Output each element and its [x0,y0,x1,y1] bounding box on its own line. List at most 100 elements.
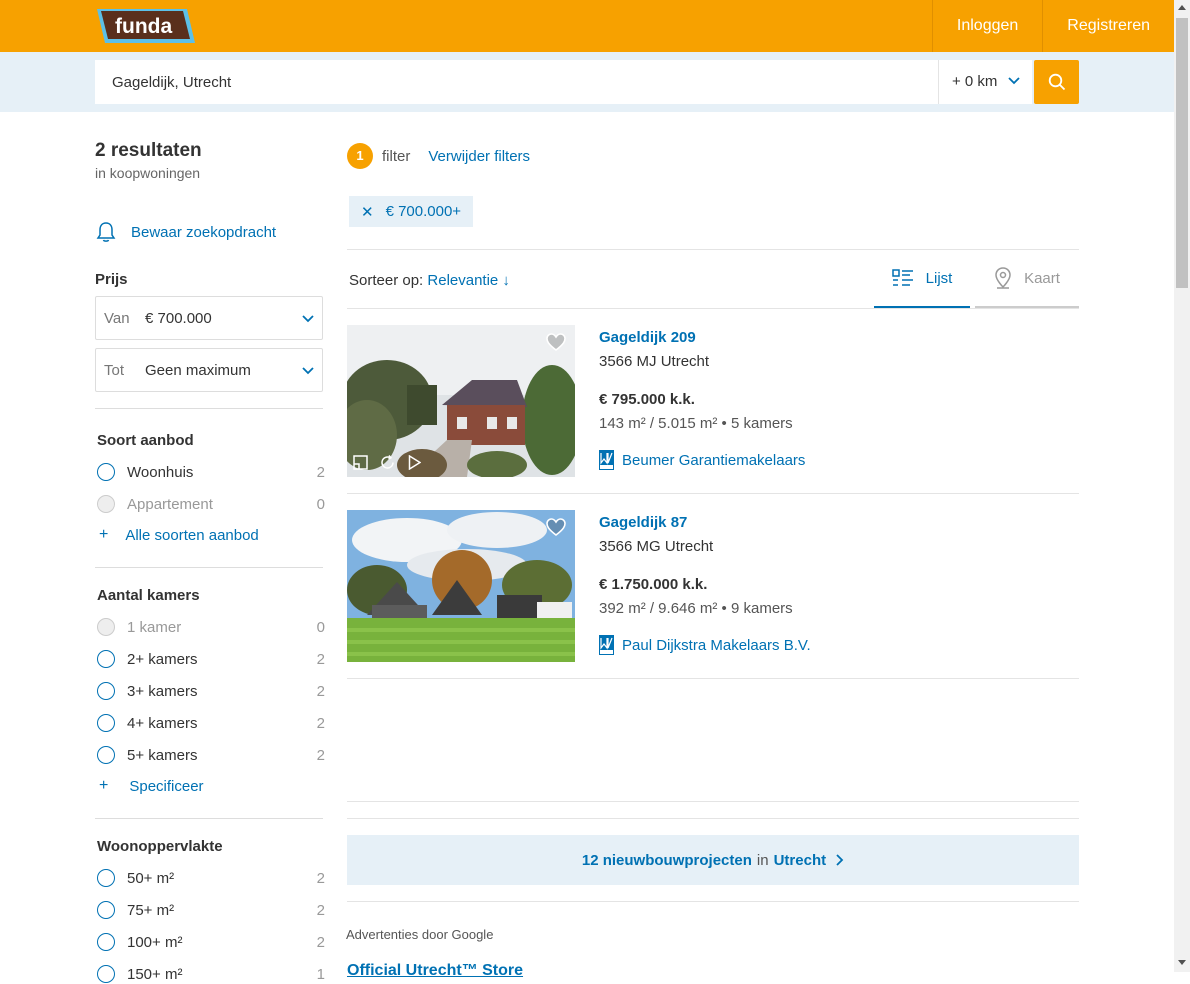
map-pin-icon [995,267,1011,289]
listing-agent-link[interactable]: Paul Dijkstra Makelaars B.V. [599,635,811,655]
option-50-m2[interactable]: 50+ m² 2 [97,868,325,888]
tab-list[interactable]: Lijst [874,250,970,308]
360-rotate-icon[interactable] [380,455,396,470]
radius-select[interactable]: + 0 km [938,60,1032,104]
listing-photo[interactable] [347,510,575,662]
sort-control[interactable]: Sorteer op: Relevantie ↓ [349,272,510,289]
newbuild-in: in [756,851,769,869]
floorplan-icon[interactable] [353,455,368,470]
option-count: 2 [316,714,325,732]
option-label: 3+ kamers [127,682,198,700]
divider [95,408,323,409]
radio-button[interactable] [97,746,115,764]
divider [347,818,1079,819]
result-count: 2 resultaten [95,140,202,161]
rooms-title: Aantal kamers [97,587,200,604]
filter-label: filter [382,147,411,165]
listing-title[interactable]: Gageldijk 87 [599,514,687,531]
filter-chip-price[interactable]: ✕ € 700.000+ [349,196,474,227]
search-input[interactable]: Gageldijk, Utrecht [95,60,938,104]
option-count: 2 [316,463,325,481]
scroll-up-arrow-icon[interactable] [1178,5,1186,10]
tab-label: Lijst [925,269,953,287]
option-3-kamers[interactable]: 3+ kamers 2 [97,681,325,701]
option-75-m2[interactable]: 75+ m² 2 [97,900,325,920]
search-button[interactable] [1034,60,1079,104]
listing-agent-link[interactable]: Beumer Garantiemakelaars [599,450,805,470]
save-search-link[interactable]: Bewaar zoekopdracht [95,221,276,243]
option-150-m2[interactable]: 150+ m² 1 [97,964,325,984]
radio-button[interactable] [97,869,115,887]
account-nav: Inloggen Registreren [931,0,1174,52]
remove-filters-link[interactable]: Verwijder filters [428,148,530,165]
price-to-label: Tot [104,362,125,379]
radio-button[interactable] [97,463,115,481]
radio-button [97,495,115,513]
sort-value[interactable]: Relevantie ↓ [427,272,510,289]
specify-rooms-link[interactable]: + Specificeer [99,777,204,795]
tab-map[interactable]: Kaart [975,250,1079,308]
listing-card[interactable]: Gageldijk 87 3566 MG Utrecht € 1.750.000… [347,510,1079,678]
option-count: 0 [316,618,325,636]
chevron-down-icon [302,367,314,375]
listing-specs: 143 m² / 5.015 m² • 5 kamers [599,415,793,432]
funda-logo[interactable]: funda [95,7,197,45]
option-label: 1 kamer [127,618,182,636]
option-count: 2 [316,901,325,919]
tab-label: Kaart [1024,269,1060,287]
ads-label: Advertenties door Google [346,927,494,942]
price-from-select[interactable]: Van € 700.000 [95,296,323,340]
option-count: 2 [316,869,325,887]
login-button[interactable]: Inloggen [931,0,1042,52]
scrollbar-thumb[interactable] [1176,18,1188,288]
nvm-logo-icon [599,450,614,470]
radio-button [97,618,115,636]
option-5-kamers[interactable]: 5+ kamers 2 [97,745,325,765]
option-count: 2 [316,746,325,764]
listing-photo[interactable] [347,325,575,477]
plus-icon: + [99,777,109,794]
price-to-select[interactable]: Tot Geen maximum [95,348,323,392]
option-count: 2 [316,933,325,951]
listing-address: 3566 MG Utrecht [599,538,714,555]
radio-button[interactable] [97,682,115,700]
ad-link[interactable]: Official Utrecht™ Store [347,962,523,980]
listing-address: 3566 MJ Utrecht [599,353,710,370]
option-label: 2+ kamers [127,650,198,668]
option-1-kamer: 1 kamer 0 [97,617,325,637]
result-scope: in koopwoningen [95,165,201,181]
radio-button[interactable] [97,650,115,668]
listing-card[interactable]: Gageldijk 209 3566 MJ Utrecht € 795.000 … [347,325,1079,493]
divider [347,493,1079,494]
more-offer-types-link[interactable]: + Alle soorten aanbod [99,526,259,544]
register-button[interactable]: Registreren [1042,0,1174,52]
newbuild-count: 12 nieuwbouwprojecten [581,851,752,869]
heart-icon[interactable] [546,333,566,351]
radio-button[interactable] [97,714,115,732]
bell-icon [96,222,116,242]
option-2-kamers[interactable]: 2+ kamers 2 [97,649,325,669]
sort-label: Sorteer op: [349,272,424,289]
filter-sidebar: 2 resultaten in koopwoningen Bewaar zoek… [95,140,325,983]
divider [347,308,1079,309]
listing-specs: 392 m² / 9.646 m² • 9 kamers [599,600,793,617]
heart-icon[interactable] [546,518,566,536]
radio-button[interactable] [97,965,115,983]
option-woonhuis[interactable]: Woonhuis 2 [97,462,325,482]
scrollbar[interactable] [1174,0,1190,972]
media-icons [353,455,421,470]
option-100-m2[interactable]: 100+ m² 2 [97,932,325,952]
listing-title[interactable]: Gageldijk 209 [599,329,696,346]
option-label: 50+ m² [127,869,175,887]
scroll-down-arrow-icon[interactable] [1178,960,1186,965]
filter-chip-label: € 700.000+ [385,203,462,220]
newbuild-projects-banner[interactable]: 12 nieuwbouwprojecten in Utrecht [347,835,1079,885]
option-4-kamers[interactable]: 4+ kamers 2 [97,713,325,733]
radio-button[interactable] [97,901,115,919]
chevron-right-icon [836,854,844,866]
radio-button[interactable] [97,933,115,951]
listing-price: € 1.750.000 k.k. [599,576,708,593]
play-icon[interactable] [408,455,421,470]
plus-icon: + [99,526,109,543]
close-icon[interactable]: ✕ [361,203,374,221]
